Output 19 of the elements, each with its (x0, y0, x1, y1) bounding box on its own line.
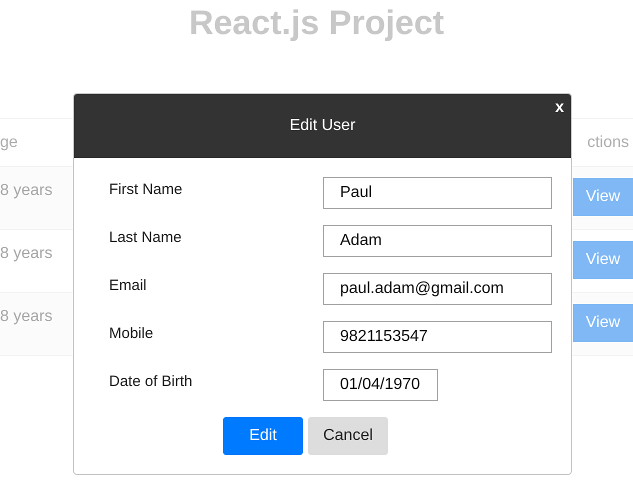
date-field[interactable]: 01/04/1970 (323, 369, 438, 401)
field-label: First Name (109, 180, 184, 198)
input-field[interactable]: Paul (323, 177, 552, 209)
input-field[interactable]: paul.adam@gmail.com (323, 273, 552, 305)
table-cell: 8 years (0, 308, 52, 326)
table-cell: 8 years (0, 245, 52, 263)
column-header: ge (0, 134, 19, 152)
table-cell: 8 years (0, 182, 52, 200)
input-field[interactable]: Adam (323, 225, 552, 257)
field-label: Mobile (109, 324, 154, 342)
field-label: Date of Birth (109, 372, 194, 390)
edit-button[interactable]: Edit (223, 417, 303, 455)
field-label: Email (109, 276, 148, 294)
dialog-title: Edit User (290, 117, 356, 135)
cancel-button[interactable]: Cancel (308, 417, 388, 455)
field-label: Last Name (109, 228, 183, 246)
column-header: ctions (587, 134, 630, 152)
close-button[interactable]: x (553, 99, 566, 117)
input-field[interactable]: 9821153547 (323, 321, 552, 353)
